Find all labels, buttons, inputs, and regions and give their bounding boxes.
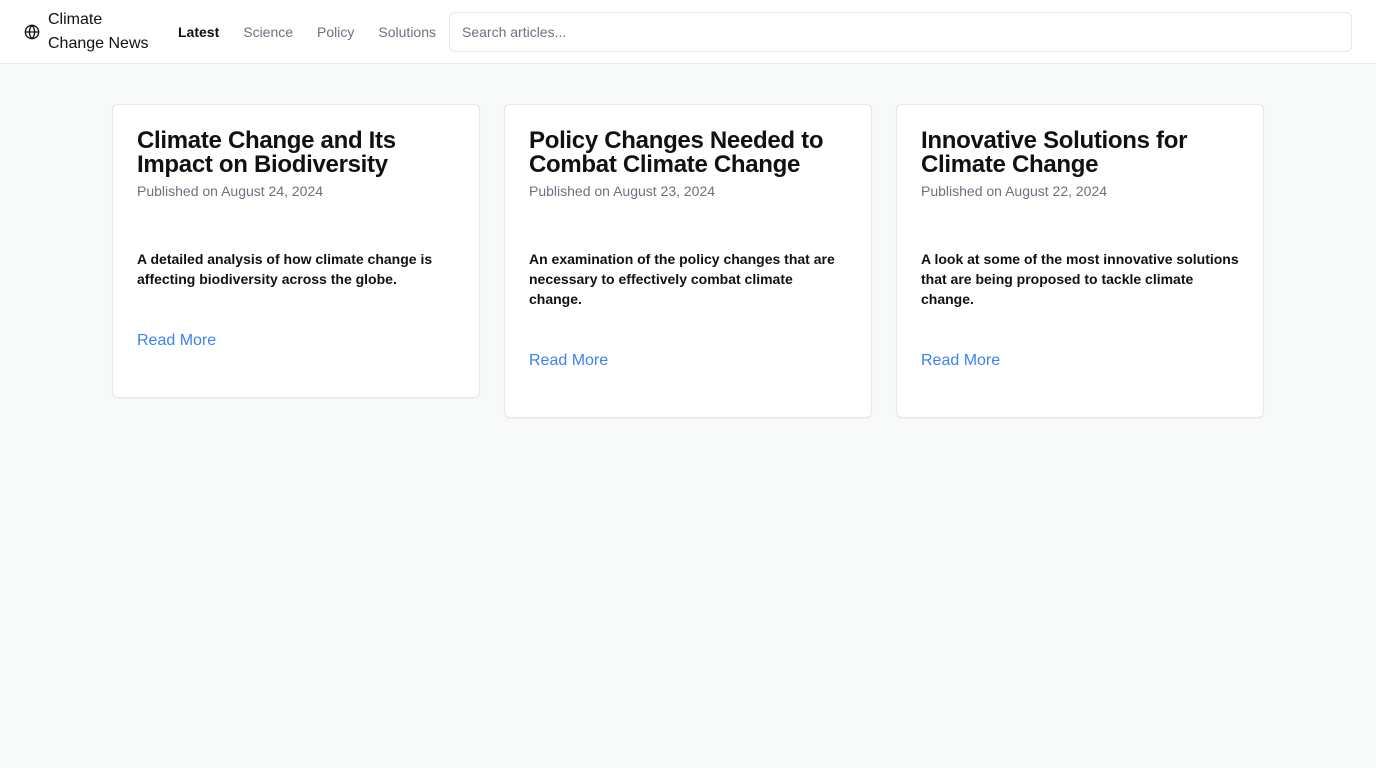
read-more-link[interactable]: Read More [137,329,455,353]
brand[interactable]: Climate Change News [24,8,160,56]
article-card: Climate Change and Its Impact on Biodive… [112,104,480,398]
read-more-link[interactable]: Read More [529,349,847,373]
read-more-link[interactable]: Read More [921,349,1239,373]
top-header: Climate Change News Latest Science Polic… [0,0,1376,64]
nav-solutions[interactable]: Solutions [378,20,436,44]
article-summary: An examination of the policy changes tha… [529,251,835,307]
globe-icon [24,24,40,40]
search-input[interactable] [449,12,1352,52]
main-nav: Latest Science Policy Solutions [178,20,436,44]
article-title: Innovative Solutions for Climate Change [921,127,1188,178]
brand-name: Climate Change News [48,11,149,52]
nav-science[interactable]: Science [243,20,293,44]
article-card: Policy Changes Needed to Combat Climate … [504,104,872,418]
article-date: Published on August 23, 2024 [529,183,716,199]
article-title: Policy Changes Needed to Combat Climate … [529,127,824,178]
article-date: Published on August 24, 2024 [137,183,324,199]
article-date: Published on August 22, 2024 [921,183,1108,199]
article-title: Climate Change and Its Impact on Biodive… [137,127,396,178]
article-list: Climate Change and Its Impact on Biodive… [112,104,1264,418]
article-summary: A detailed analysis of how climate chang… [137,251,433,287]
nav-latest[interactable]: Latest [178,20,219,44]
article-summary: A look at some of the most innovative so… [921,251,1239,307]
article-card: Innovative Solutions for Climate Change … [896,104,1264,418]
nav-policy[interactable]: Policy [317,20,354,44]
